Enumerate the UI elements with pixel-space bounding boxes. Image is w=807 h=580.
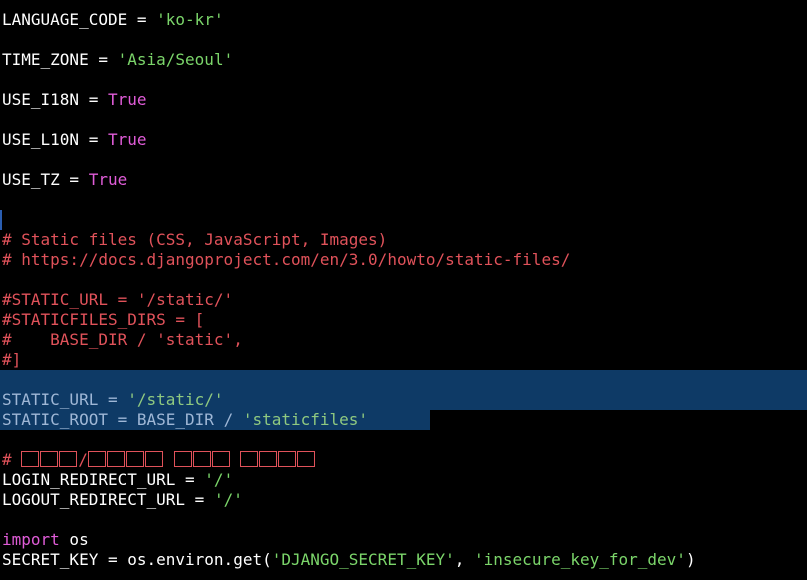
code-line-static-url: STATIC_URL = '/static/' (2, 390, 224, 410)
string-value: '/' (204, 470, 234, 489)
unrendered-glyphs: / (21, 450, 316, 469)
code-line-secret-key: SECRET_KEY = os.environ.get('DJANGO_SECR… (2, 550, 696, 570)
terminal-window[interactable]: LANGUAGE_CODE = 'ko-kr' TIME_ZONE = 'Asi… (0, 0, 807, 580)
string-value: '/static/' (127, 390, 224, 409)
code-line-import-os: import os (2, 530, 89, 550)
code-line-use-tz: USE_TZ = True (2, 170, 127, 190)
assign-operator: = (175, 470, 205, 489)
assign-operator: = (79, 90, 108, 109)
comment-login-redirect: # / (2, 450, 316, 470)
assign-operator: = (59, 170, 89, 189)
setting-name: USE_I18N (2, 90, 80, 109)
bool-value: True (88, 170, 128, 189)
code-line-logout-redirect: LOGOUT_REDIRECT_URL = '/' (2, 490, 243, 510)
string-value: '/' (213, 490, 243, 509)
default-value: 'insecure_key_for_dev' (474, 550, 686, 569)
assign-operator: = (79, 130, 108, 149)
assign-operator: = (185, 490, 214, 509)
string-value: 'Asia/Seoul' (117, 50, 234, 69)
bool-value: True (107, 90, 147, 109)
close-paren: ) (685, 550, 696, 569)
comment-hash: # (2, 450, 22, 469)
assign-operator: = (98, 390, 128, 409)
comment-static-url: #STATIC_URL = '/static/' (2, 290, 234, 309)
setting-name: STATIC_ROOT (2, 410, 108, 429)
string-value: 'staticfiles' (242, 410, 369, 429)
assign-operator: = (88, 50, 118, 69)
text-cursor (0, 210, 2, 230)
setting-name: USE_TZ (2, 170, 60, 189)
comment-base-dir-static: # BASE_DIR / 'static', (2, 330, 243, 349)
code-line-login-redirect: LOGIN_REDIRECT_URL = '/' (2, 470, 233, 490)
comment-close-bracket: #] (2, 350, 22, 369)
setting-name: LOGOUT_REDIRECT_URL (2, 490, 186, 509)
code-line-use-i18n: USE_I18N = True (2, 90, 147, 110)
bool-value: True (107, 130, 147, 149)
assign-operator: = BASE_DIR / (107, 410, 243, 429)
environ-call: = os.environ.get( (98, 550, 272, 569)
assign-operator: = (127, 10, 157, 29)
comment-staticfiles-dirs: #STATICFILES_DIRS = [ (2, 310, 205, 329)
import-keyword: import (2, 530, 60, 549)
string-value: 'ko-kr' (156, 10, 224, 29)
code-line-language-code: LANGUAGE_CODE = 'ko-kr' (2, 10, 224, 30)
setting-name: USE_L10N (2, 130, 80, 149)
setting-name: SECRET_KEY (2, 550, 99, 569)
arg-separator: , (454, 550, 475, 569)
setting-name: STATIC_URL (2, 390, 99, 409)
comment-static-files: # Static files (CSS, JavaScript, Images) (2, 230, 388, 249)
env-var-name: 'DJANGO_SECRET_KEY' (271, 550, 455, 569)
module-name: os (59, 530, 89, 549)
code-line-use-l10n: USE_L10N = True (2, 130, 147, 150)
code-line-time-zone: TIME_ZONE = 'Asia/Seoul' (2, 50, 233, 70)
setting-name: LOGIN_REDIRECT_URL (2, 470, 176, 489)
code-line-static-root: STATIC_ROOT = BASE_DIR / 'staticfiles' (2, 410, 368, 430)
comment-docs-url: # https://docs.djangoproject.com/en/3.0/… (2, 250, 571, 269)
setting-name: TIME_ZONE (2, 50, 89, 69)
setting-name: LANGUAGE_CODE (2, 10, 128, 29)
